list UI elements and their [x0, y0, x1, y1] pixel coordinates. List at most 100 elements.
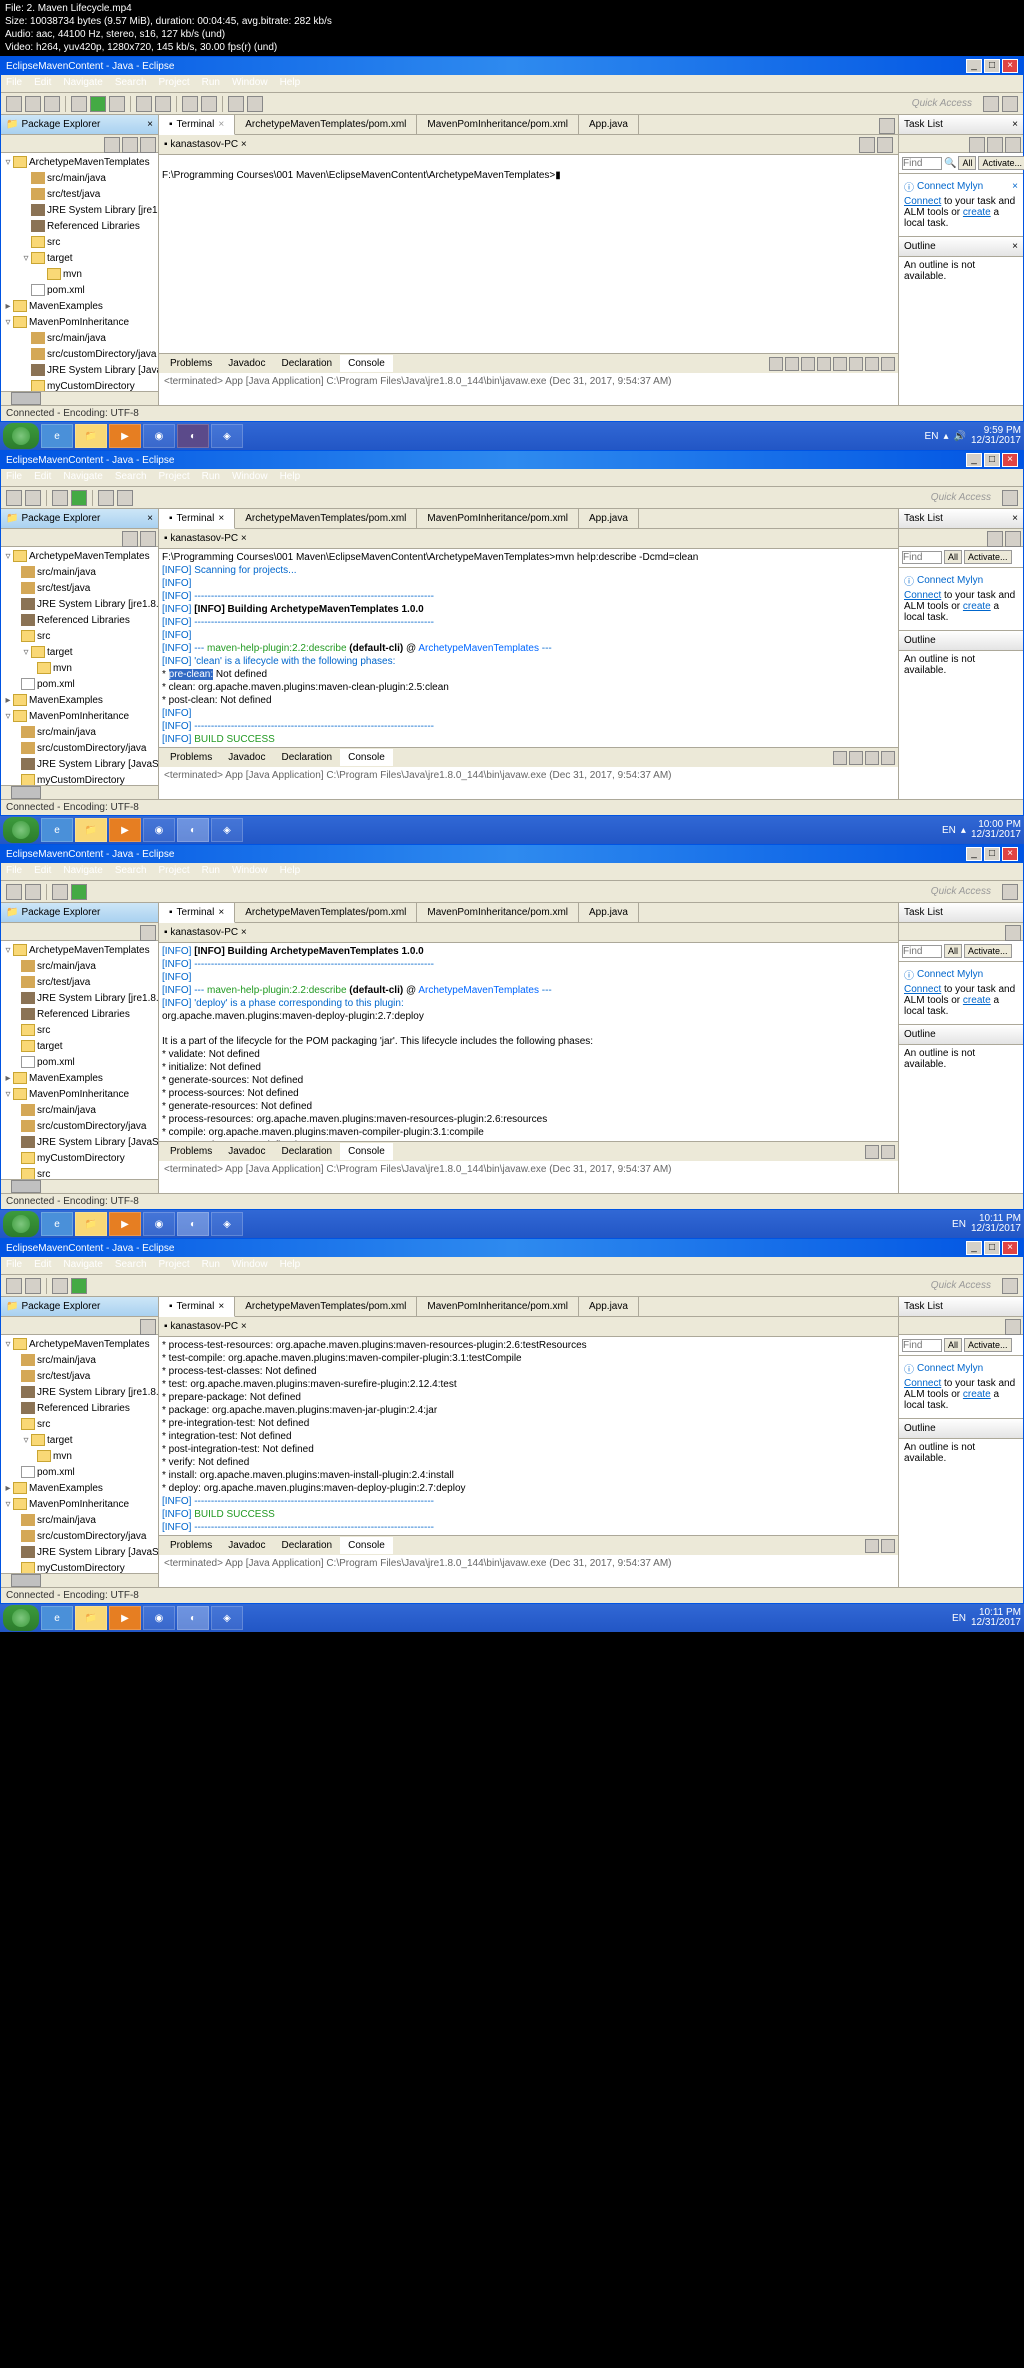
info-icon: ⓘ [904, 179, 914, 194]
system-tray: EN ▴ 🔊 9:59 PM12/31/2017 [925, 426, 1021, 446]
tab-terminal[interactable]: ▪Terminal× [159, 115, 235, 135]
debug-icon[interactable] [71, 96, 87, 112]
perspective-java-icon[interactable] [983, 96, 999, 112]
close-panel-icon[interactable]: × [147, 119, 153, 130]
editor-area: ▪Terminal× ArchetypeMavenTemplates/pom.x… [159, 115, 898, 405]
link-editor-icon[interactable] [122, 137, 138, 153]
close-icon[interactable]: × [1012, 119, 1018, 130]
outline-content: An outline is not available. [899, 257, 1023, 285]
terminal-settings-icon[interactable] [877, 137, 893, 153]
open-console-icon[interactable] [881, 357, 895, 371]
run-last-icon[interactable] [109, 96, 125, 112]
tab-console[interactable]: Console [340, 355, 393, 372]
tab-problems[interactable]: Problems [162, 355, 220, 372]
terminal-output-2[interactable]: F:\Programming Courses\001 Maven\Eclipse… [159, 549, 898, 747]
activate-button[interactable]: Activate... [978, 156, 1024, 170]
menu-navigate[interactable]: Navigate [63, 77, 102, 90]
connect-link[interactable]: Connect [904, 196, 941, 207]
create-link[interactable]: create [963, 207, 991, 218]
close-tab-icon[interactable]: × [218, 119, 224, 130]
taskbar-chrome[interactable]: ◉ [143, 424, 175, 448]
eclipse-window-4: EclipseMavenContent - Java - Eclipse_□× … [0, 1238, 1024, 1604]
menubar: File Edit Navigate Search Project Run Wi… [1, 75, 1023, 93]
minimize-button[interactable]: _ [966, 59, 982, 73]
taskbar-app[interactable]: ◈ [211, 424, 243, 448]
all-button[interactable]: All [958, 156, 976, 170]
open-type-icon[interactable] [182, 96, 198, 112]
tray-network-icon[interactable]: ▴ [943, 431, 948, 442]
new-terminal-icon[interactable] [859, 137, 875, 153]
task-list-header: Task List× [899, 115, 1023, 135]
menu-file[interactable]: File [6, 77, 22, 90]
maximize-button[interactable]: □ [984, 59, 1000, 73]
tray-clock[interactable]: 9:59 PM12/31/2017 [971, 426, 1021, 446]
main-toolbar: Quick Access [1, 93, 1023, 115]
remove-all-icon[interactable] [801, 357, 815, 371]
terminate-icon[interactable] [769, 357, 783, 371]
taskbar-ie[interactable]: e [41, 424, 73, 448]
titlebar[interactable]: EclipseMavenContent - Java - Eclipse _ □… [1, 57, 1023, 75]
terminal-tab[interactable]: ▪ kanastasov-PC × [164, 139, 247, 150]
display-console-icon[interactable] [865, 357, 879, 371]
close-mylyn-icon[interactable]: × [1012, 181, 1018, 192]
eclipse-window-3: EclipseMavenContent - Java - Eclipse_□× … [0, 844, 1024, 1210]
run-icon[interactable] [90, 96, 106, 112]
pin-console-icon[interactable] [849, 357, 863, 371]
terminal-toolbar: ▪ kanastasov-PC × [159, 135, 898, 155]
eclipse-window-2: EclipseMavenContent - Java - Eclipse_□× … [0, 450, 1024, 816]
menu-search[interactable]: Search [115, 77, 147, 90]
tab-declaration[interactable]: Declaration [274, 355, 341, 372]
clear-console-icon[interactable] [817, 357, 831, 371]
remove-launch-icon[interactable] [785, 357, 799, 371]
perspective-open-icon[interactable] [1002, 96, 1018, 112]
save-all-icon[interactable] [44, 96, 60, 112]
taskbar-media[interactable]: ▶ [109, 424, 141, 448]
package-tree[interactable]: ▿ArchetypeMavenTemplates src/main/java s… [1, 153, 158, 391]
new-class-icon[interactable] [155, 96, 171, 112]
back-icon[interactable] [228, 96, 244, 112]
eclipse-window-1: EclipseMavenContent - Java - Eclipse _ □… [0, 56, 1024, 422]
tab-javadoc[interactable]: Javadoc [220, 355, 273, 372]
close-icon[interactable]: × [1012, 241, 1018, 252]
video-info: File: 2. Maven Lifecycle.mp4 Size: 10038… [0, 0, 1024, 56]
find-input[interactable] [902, 157, 942, 170]
windows-taskbar-1: e 📁 ▶ ◉ ◐ ◈ EN ▴ 🔊 9:59 PM12/31/2017 [0, 422, 1024, 450]
menu-window[interactable]: Window [232, 77, 268, 90]
collapse-all-icon[interactable] [104, 137, 120, 153]
menu-edit[interactable]: Edit [34, 77, 51, 90]
terminal-output-4[interactable]: * process-test-resources: org.apache.mav… [159, 1337, 898, 1535]
quick-access-field[interactable]: Quick Access [912, 98, 980, 109]
menu-project[interactable]: Project [159, 77, 190, 90]
task-new-icon[interactable] [969, 137, 985, 153]
tab-archetype-pom[interactable]: ArchetypeMavenTemplates/pom.xml [235, 115, 417, 134]
mylyn-panel: ⓘConnect Mylyn× Connect to your task and… [899, 174, 1023, 237]
terminal-icon: ▪ [169, 119, 173, 130]
scroll-lock-icon[interactable] [833, 357, 847, 371]
statusbar: Connected - Encoding: UTF-8 [1, 405, 1023, 421]
terminal-output[interactable]: F:\Programming Courses\001 Maven\Eclipse… [159, 155, 898, 353]
start-button[interactable] [3, 423, 39, 449]
menu-help[interactable]: Help [280, 77, 301, 90]
package-explorer-header[interactable]: 📁Package Explorer × [1, 115, 158, 135]
close-button[interactable]: × [1002, 59, 1018, 73]
save-icon[interactable] [25, 96, 41, 112]
tab-inheritance-pom[interactable]: MavenPomInheritance/pom.xml [417, 115, 579, 134]
new-icon[interactable] [6, 96, 22, 112]
terminal-output-3[interactable]: [INFO] [INFO] Building ArchetypeMavenTem… [159, 943, 898, 1141]
search-icon[interactable]: 🔍 [944, 158, 956, 169]
outline-header: Outline× [899, 237, 1023, 257]
taskbar-eclipse[interactable]: ◐ [177, 424, 209, 448]
task-categorize-icon[interactable] [987, 137, 1003, 153]
new-package-icon[interactable] [136, 96, 152, 112]
forward-icon[interactable] [247, 96, 263, 112]
tab-app-java[interactable]: App.java [579, 115, 639, 134]
tray-volume-icon[interactable]: 🔊 [953, 431, 965, 442]
taskbar-explorer[interactable]: 📁 [75, 424, 107, 448]
package-explorer-toolbar [1, 135, 158, 153]
view-menu-icon[interactable] [140, 137, 156, 153]
task-collapse-icon[interactable] [1005, 137, 1021, 153]
maximize-editor-icon[interactable] [879, 118, 895, 134]
menu-run[interactable]: Run [202, 77, 220, 90]
search-icon[interactable] [201, 96, 217, 112]
package-explorer-panel: 📁Package Explorer × ▿ArchetypeMavenTempl… [1, 115, 159, 405]
